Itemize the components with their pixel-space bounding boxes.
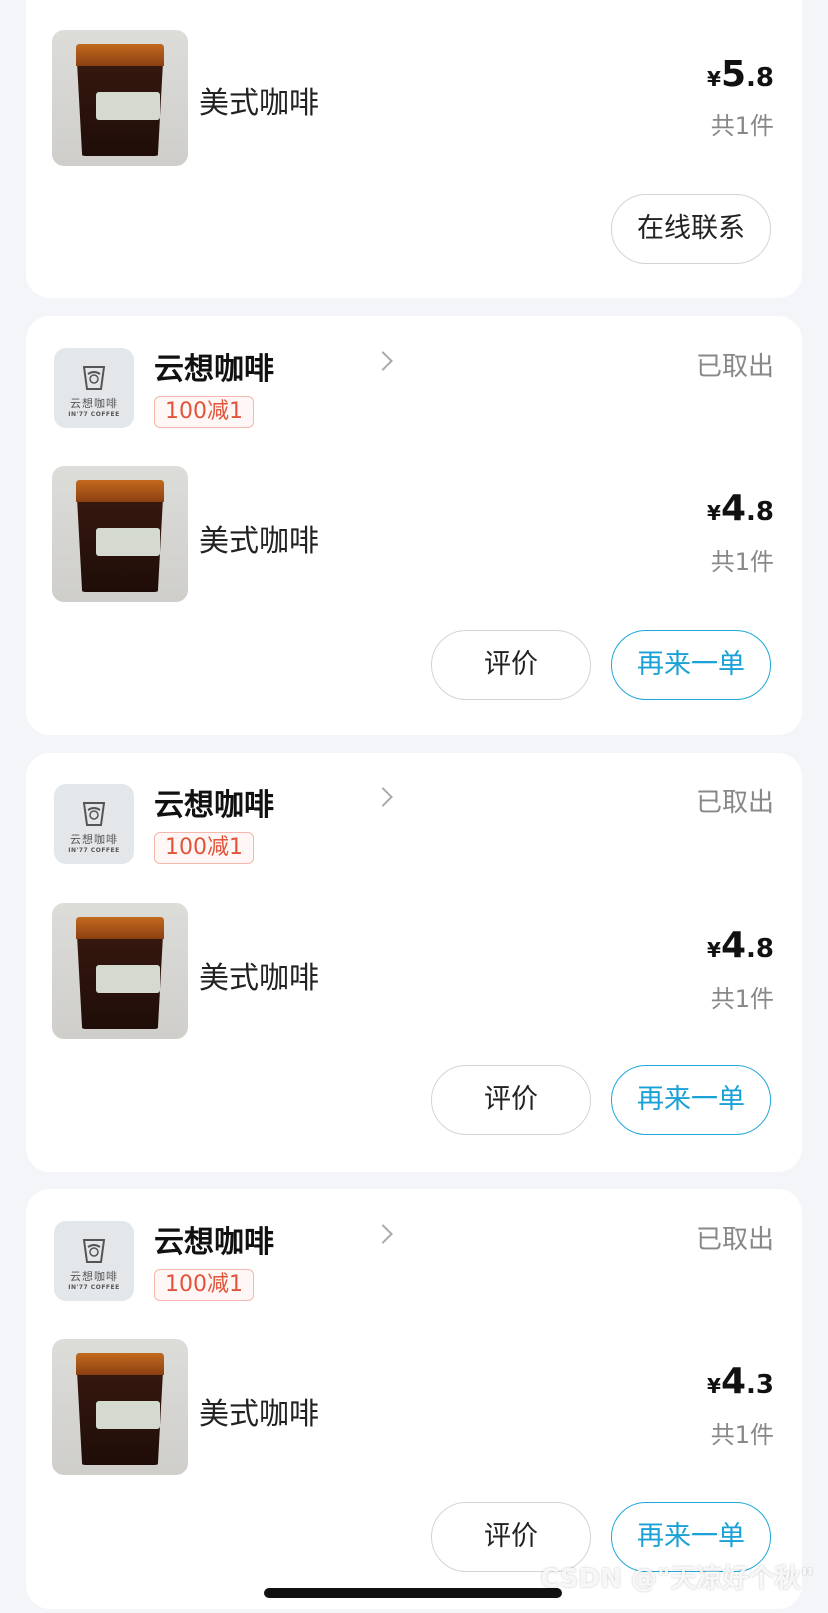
order-price: ¥4.8: [707, 488, 774, 529]
product-name: 美式咖啡: [199, 86, 319, 121]
chevron-right-icon[interactable]: [373, 787, 393, 807]
order-card-1[interactable]: 云想咖啡 IN'77 COFFEE 云想咖啡 100减1 已取出 美式咖啡 ¥4…: [26, 316, 802, 735]
shop-logo[interactable]: 云想咖啡 IN'77 COFFEE: [54, 348, 134, 428]
product-name: 美式咖啡: [199, 961, 319, 996]
order-card-0: 美式咖啡 ¥5.8 共1件 在线联系: [26, 0, 802, 298]
product-name: 美式咖啡: [199, 524, 319, 559]
product-image[interactable]: [52, 1339, 188, 1475]
shop-logo-brand-en: IN'77 COFFEE: [68, 846, 120, 854]
product-image[interactable]: [52, 30, 188, 166]
chevron-right-icon[interactable]: [373, 1224, 393, 1244]
order-status: 已取出: [695, 352, 774, 382]
shop-name[interactable]: 云想咖啡: [154, 344, 274, 388]
order-quantity: 共1件: [710, 985, 774, 1013]
order-card-3[interactable]: 云想咖啡 IN'77 COFFEE 云想咖啡 100减1 已取出 美式咖啡 ¥4…: [26, 1189, 802, 1609]
order-quantity: 共1件: [710, 112, 774, 140]
order-quantity: 共1件: [710, 1421, 774, 1449]
chevron-right-icon[interactable]: [373, 351, 393, 371]
shop-logo-brand-cn: 云想咖啡: [70, 396, 118, 410]
reorder-button[interactable]: 再来一单: [611, 1065, 771, 1135]
promo-tag: 100减1: [154, 832, 254, 864]
shop-logo[interactable]: 云想咖啡 IN'77 COFFEE: [54, 1221, 134, 1301]
reorder-button[interactable]: 再来一单: [611, 630, 771, 700]
product-image[interactable]: [52, 466, 188, 602]
product-image[interactable]: [52, 903, 188, 1039]
review-button[interactable]: 评价: [431, 1065, 591, 1135]
cup-logo-icon: [77, 795, 111, 829]
shop-logo-brand-cn: 云想咖啡: [70, 832, 118, 846]
shop-name[interactable]: 云想咖啡: [154, 1217, 274, 1261]
order-quantity: 共1件: [710, 548, 774, 576]
promo-tag: 100减1: [154, 396, 254, 428]
review-button[interactable]: 评价: [431, 630, 591, 700]
order-price: ¥4.3: [707, 1361, 774, 1402]
contact-online-button[interactable]: 在线联系: [611, 194, 771, 264]
shop-logo-brand-en: IN'77 COFFEE: [68, 1283, 120, 1291]
home-indicator[interactable]: [264, 1588, 562, 1598]
cup-logo-icon: [77, 359, 111, 393]
order-status: 已取出: [695, 788, 774, 818]
cup-logo-icon: [77, 1232, 111, 1266]
shop-logo-brand-en: IN'77 COFFEE: [68, 410, 120, 418]
order-price: ¥5.8: [707, 54, 774, 95]
watermark: CSDN @"天凉好个秋": [540, 1564, 814, 1594]
order-price: ¥4.8: [707, 925, 774, 966]
promo-tag: 100减1: [154, 1269, 254, 1301]
order-status: 已取出: [695, 1225, 774, 1255]
shop-logo-brand-cn: 云想咖啡: [70, 1269, 118, 1283]
order-card-2[interactable]: 云想咖啡 IN'77 COFFEE 云想咖啡 100减1 已取出 美式咖啡 ¥4…: [26, 753, 802, 1172]
shop-name[interactable]: 云想咖啡: [154, 780, 274, 824]
product-name: 美式咖啡: [199, 1397, 319, 1432]
shop-logo[interactable]: 云想咖啡 IN'77 COFFEE: [54, 784, 134, 864]
